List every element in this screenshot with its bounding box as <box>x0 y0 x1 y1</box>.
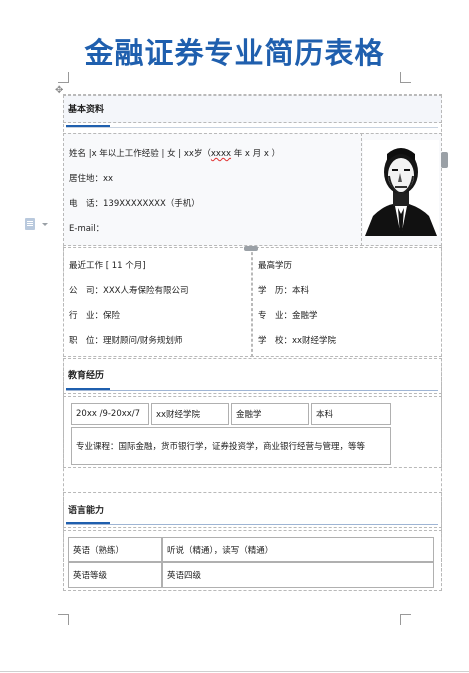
name-suffix: 年 x 月 x ） <box>231 149 281 159</box>
education-header-box <box>63 358 442 394</box>
lang-level: 英语四级 <box>162 562 434 588</box>
work-industry: 行 业：保险 <box>69 311 121 321</box>
degree-highest: 最高学历 <box>258 261 293 271</box>
profile-phone: 电 话：139XXXXXXXX（手机） <box>69 199 200 209</box>
section-title-education: 教育经历 <box>68 371 105 381</box>
profile-email: E-mail： <box>69 224 105 234</box>
edu-major: 金融学 <box>231 403 309 425</box>
row-resize-handle[interactable] <box>244 246 258 251</box>
language-header-box <box>63 492 442 528</box>
edu-date: 20xx /9-20xx/7 <box>71 403 149 425</box>
edu-degree: 本科 <box>311 403 391 425</box>
profile-photo <box>363 140 439 236</box>
crop-mark-top-left <box>58 72 69 83</box>
birth-year: xxxx <box>210 149 232 159</box>
name-prefix: 姓名 |x 年以上工作经验 | 女 | xx岁（ <box>69 149 211 159</box>
work-position: 职 位：理财顾问/财务规划师 <box>69 336 183 346</box>
lang-name: 英语（熟练） <box>68 537 162 562</box>
document-icon[interactable] <box>25 218 35 230</box>
resize-handle[interactable] <box>441 152 448 168</box>
section-rule <box>66 390 438 391</box>
lang-level-label: 英语等级 <box>68 562 162 588</box>
basic-header-box <box>63 95 442 123</box>
profile-residence: 居住地：xx <box>69 174 114 184</box>
section-title-basic: 基本资料 <box>68 105 105 115</box>
degree-school: 学 校：xx财经学院 <box>258 336 337 346</box>
crop-mark-bottom-right <box>400 614 411 625</box>
degree-major: 专 业：金融学 <box>258 311 318 321</box>
crop-mark-bottom-left <box>58 614 69 625</box>
section-rule <box>66 127 438 128</box>
chevron-down-icon[interactable] <box>42 223 48 226</box>
document-title: 金融证券专业简历表格 <box>84 36 385 70</box>
profile-name-line: 姓名 |x 年以上工作经验 | 女 | xx岁（xxxx 年 x 月 x ） <box>69 147 280 159</box>
section-rule <box>66 524 438 525</box>
edu-courses: 专业课程：国际金融，货币银行学，证券投资学，商业银行经营与管理，等等 <box>71 427 391 465</box>
work-company: 公 司：XXX人寿保险有限公司 <box>69 286 189 296</box>
degree-level: 学 历：本科 <box>258 286 310 296</box>
bottom-divider <box>0 671 469 672</box>
crop-mark-top-right <box>400 72 411 83</box>
lang-skill: 听说（精通），读写（精通） <box>162 537 434 562</box>
section-title-language: 语言能力 <box>68 506 105 516</box>
work-recent: 最近工作 [ 11 个月] <box>69 261 146 271</box>
edu-school: xx财经学院 <box>151 403 229 425</box>
